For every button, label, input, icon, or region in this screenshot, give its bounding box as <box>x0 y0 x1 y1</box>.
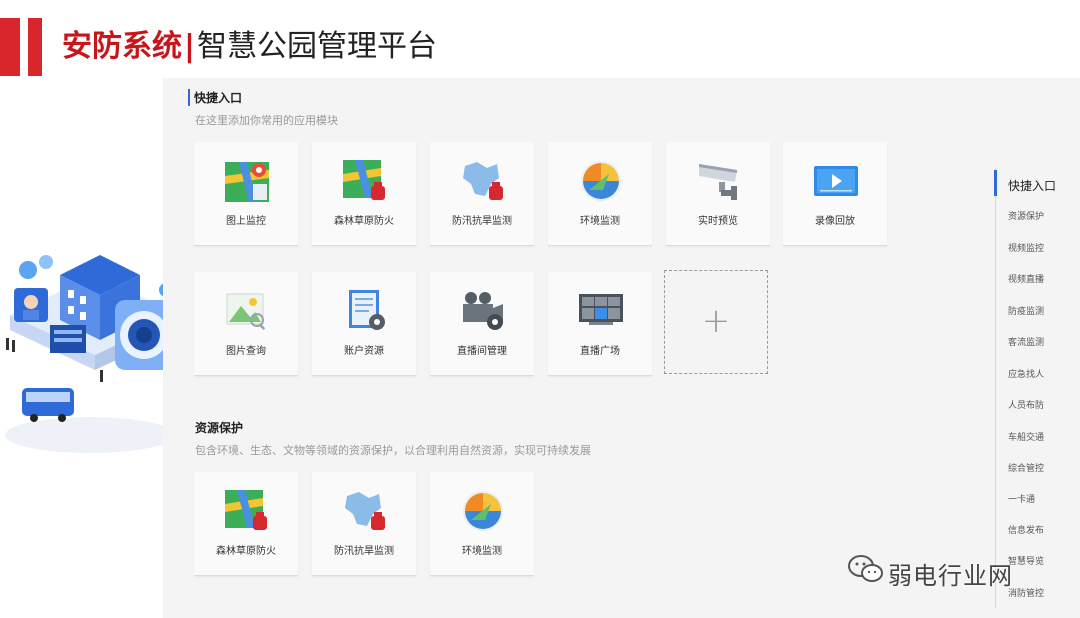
card-label: 直播间管理 <box>457 346 507 357</box>
card-video-playback[interactable]: 录像回放 <box>783 142 887 246</box>
nav-item-integrated-control[interactable]: 综合管控 <box>1008 461 1044 474</box>
card-flood-drought[interactable]: 防汛抗旱监测 <box>312 472 416 576</box>
watermark: 弱电行业网 <box>848 554 1012 590</box>
image-search-icon <box>226 293 266 331</box>
card-label: 账户资源 <box>344 346 384 357</box>
flood-drought-alarm-icon <box>345 492 385 530</box>
nav-item-personnel-deploy[interactable]: 人员布防 <box>1008 398 1044 411</box>
card-live-plaza[interactable]: 直播广场 <box>548 272 652 376</box>
environment-icon <box>463 491 503 531</box>
quick-entry-description: 在这里添加你常用的应用模块 <box>195 114 338 127</box>
header-accent-bar-1 <box>0 18 20 76</box>
card-live-preview[interactable]: 实时预览 <box>666 142 770 246</box>
card-account-resource[interactable]: 账户资源 <box>312 272 416 376</box>
nav-active-indicator <box>994 170 997 196</box>
card-forest-fire[interactable]: 森林草原防火 <box>194 472 298 576</box>
card-label: 环境监测 <box>462 546 502 557</box>
page-title-separator: | <box>184 29 195 64</box>
page-title-main: 安防系统 <box>62 29 182 64</box>
card-label: 图上监控 <box>226 216 266 227</box>
nav-item-one-card[interactable]: 一卡通 <box>1008 492 1035 505</box>
resource-protection-title: 资源保护 <box>195 421 244 435</box>
card-flood-drought[interactable]: 防汛抗旱监测 <box>430 142 534 246</box>
resource-protection-description: 包含环境、生态、文物等领域的资源保护，以合理利用自然资源，实现可持续发展 <box>195 444 591 457</box>
map-pin-icon <box>225 162 269 202</box>
nav-item-emergency-search[interactable]: 应急找人 <box>1008 367 1044 380</box>
page-title-sub: 智慧公园管理平台 <box>196 29 437 64</box>
video-playback-icon <box>814 166 858 196</box>
card-image-query[interactable]: 图片查询 <box>194 272 298 376</box>
live-plaza-icon <box>579 294 623 325</box>
card-forest-fire[interactable]: 森林草原防火 <box>312 142 416 246</box>
nav-item-passenger-flow[interactable]: 客流监测 <box>1008 335 1044 348</box>
card-label: 实时预览 <box>698 216 738 227</box>
nav-item-smart-guide[interactable]: 智慧导览 <box>1008 554 1044 567</box>
card-label: 森林草原防火 <box>216 546 276 557</box>
nav-item-fire-control[interactable]: 消防管控 <box>1008 586 1044 599</box>
header-accent-bar-2 <box>28 18 42 76</box>
nav-item-info-release[interactable]: 信息发布 <box>1008 523 1044 536</box>
account-resource-icon <box>349 290 385 330</box>
page-title: 安防系统|智慧公园管理平台 <box>62 26 437 68</box>
live-room-camera-icon <box>463 292 503 330</box>
nav-item-quick-entry[interactable]: 快捷入口 <box>1008 177 1056 194</box>
quick-entry-title: 快捷入口 <box>188 89 242 106</box>
card-label: 录像回放 <box>815 216 855 227</box>
card-live-room-management[interactable]: 直播间管理 <box>430 272 534 376</box>
nav-item-resource-protection[interactable]: 资源保护 <box>1008 209 1044 222</box>
card-label: 防汛抗旱监测 <box>334 546 394 557</box>
wechat-icon <box>848 555 883 582</box>
cctv-camera-icon <box>699 164 737 200</box>
card-map-monitor[interactable]: 图上监控 <box>194 142 298 246</box>
main-panel: 快捷入口 在这里添加你常用的应用模块 图上监控 森林草原防火 防汛抗旱监测 环境… <box>163 78 1080 618</box>
forest-fire-alarm-icon <box>343 160 385 200</box>
watermark-text: 弱电行业网 <box>888 562 1013 590</box>
plus-icon: + <box>701 301 731 341</box>
card-label: 森林草原防火 <box>334 216 394 227</box>
right-nav: 快捷入口 资源保护 视频监控 视频直播 防疫监测 客流监测 应急找人 人员布防 … <box>994 168 1080 608</box>
smart-park-illustration <box>5 255 180 453</box>
card-label: 直播广场 <box>580 346 620 357</box>
card-label: 图片查询 <box>226 346 266 357</box>
flood-drought-alarm-icon <box>463 162 503 200</box>
card-label: 环境监测 <box>580 216 620 227</box>
card-environment[interactable]: 环境监测 <box>430 472 534 576</box>
card-label: 防汛抗旱监测 <box>452 216 512 227</box>
nav-item-video-monitor[interactable]: 视频监控 <box>1008 241 1044 254</box>
card-environment[interactable]: 环境监测 <box>548 142 652 246</box>
nav-item-vehicle-boat-traffic[interactable]: 车船交通 <box>1008 430 1044 443</box>
nav-item-epidemic-monitor[interactable]: 防疫监测 <box>1008 304 1044 317</box>
add-module-button[interactable]: + <box>664 270 768 374</box>
forest-fire-alarm-icon <box>225 490 267 530</box>
nav-item-video-live[interactable]: 视频直播 <box>1008 272 1044 285</box>
environment-icon <box>581 161 621 201</box>
